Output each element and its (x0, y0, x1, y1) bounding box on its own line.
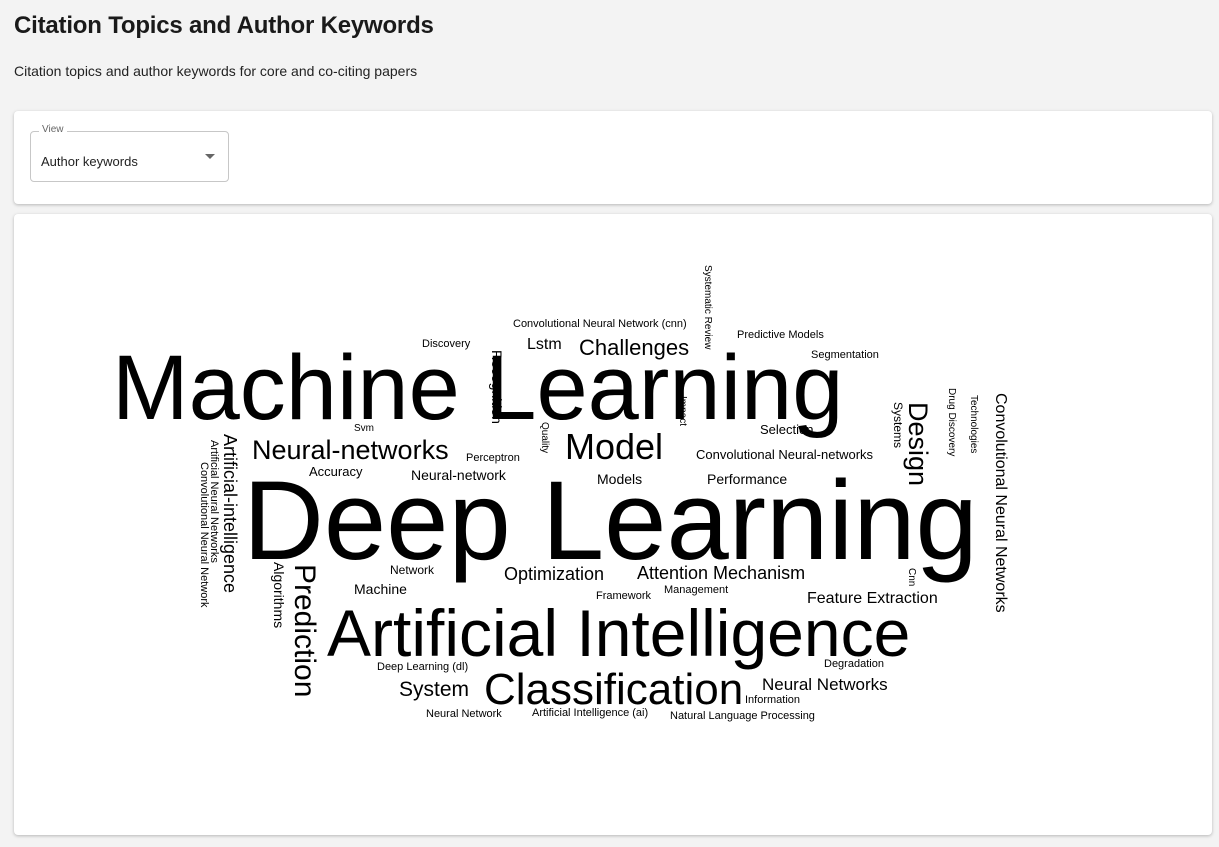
word-convolutional-neural-networks-hyphen[interactable]: Convolutional Neural-networks (696, 447, 874, 462)
word-system[interactable]: System (399, 678, 469, 701)
view-select-value: Author keywords (41, 154, 138, 169)
caret-down-icon (205, 154, 215, 159)
word-quality[interactable]: Quality (539, 422, 550, 453)
word-challenges[interactable]: Challenges (579, 335, 689, 360)
word-framework[interactable]: Framework (596, 590, 652, 602)
word-design[interactable]: Design (903, 402, 933, 486)
filter-card: View Author keywords (14, 111, 1212, 204)
word-predictive-models[interactable]: Predictive Models (737, 329, 824, 341)
word-machine-learning[interactable]: Machine Learning (112, 337, 843, 439)
word-segmentation[interactable]: Segmentation (811, 349, 879, 361)
word-prediction[interactable]: Prediction (288, 564, 321, 697)
page-subtitle: Citation topics and author keywords for … (14, 63, 418, 79)
word-systems[interactable]: Systems (891, 402, 905, 448)
word-deep-learning-dl[interactable]: Deep Learning (dl) (377, 661, 468, 673)
word-artificial-intelligence[interactable]: Artificial Intelligence (327, 596, 910, 670)
word-neural-network[interactable]: Neural Network (426, 708, 502, 720)
word-selection[interactable]: Selection (760, 422, 813, 437)
word-cnn[interactable]: Cnn (906, 568, 917, 586)
word-algorithms[interactable]: Algorithms (271, 562, 287, 628)
word-degradation[interactable]: Degradation (824, 658, 884, 670)
word-models[interactable]: Models (597, 471, 642, 487)
word-impact[interactable]: Impact (677, 396, 688, 426)
word-neural-networks[interactable]: Neural Networks (762, 675, 888, 694)
word-model[interactable]: Model (565, 426, 663, 467)
word-perceptron[interactable]: Perceptron (466, 452, 520, 464)
word-systematic-review[interactable]: Systematic Review (702, 265, 713, 350)
word-technologies[interactable]: Technologies (968, 395, 979, 453)
word-information[interactable]: Information (745, 694, 800, 706)
word-convolutional-neural-networks[interactable]: Convolutional Neural Networks (992, 393, 1009, 613)
word-artificial-intelligence-ai[interactable]: Artificial Intelligence (ai) (532, 707, 648, 719)
word-feature-extraction[interactable]: Feature Extraction (807, 590, 938, 607)
page-title: Citation Topics and Author Keywords (14, 12, 434, 39)
word-neural-networks-hyphen[interactable]: Neural-networks (252, 435, 449, 465)
word-optimization[interactable]: Optimization (504, 564, 604, 584)
word-artificial-intelligence-hyphen[interactable]: Artificial-intelligence (220, 434, 240, 593)
word-recognition[interactable]: Recognition (489, 350, 505, 424)
view-select-label: View (39, 124, 67, 135)
word-convolutional-neural-network-cnn[interactable]: Convolutional Neural Network (cnn) (513, 318, 687, 330)
word-management[interactable]: Management (664, 584, 728, 596)
word-lstm[interactable]: Lstm (527, 336, 562, 353)
word-machine[interactable]: Machine (354, 581, 407, 597)
word-convolutional-neural-network[interactable]: Convolutional Neural Network (198, 462, 210, 608)
word-discovery[interactable]: Discovery (422, 338, 471, 350)
view-select[interactable]: View Author keywords (30, 124, 229, 182)
word-svm[interactable]: Svm (354, 423, 374, 434)
word-neural-network-hyphen[interactable]: Neural-network (411, 467, 507, 483)
word-attention-mechanism[interactable]: Attention Mechanism (637, 563, 805, 583)
word-drug-discovery[interactable]: Drug Discovery (946, 388, 957, 456)
word-performance[interactable]: Performance (707, 471, 787, 487)
wordcloud-card: Machine Learning Deep Learning Artificia… (14, 214, 1212, 835)
wordcloud: Machine Learning Deep Learning Artificia… (112, 265, 1009, 722)
word-network[interactable]: Network (390, 563, 435, 577)
word-natural-language-processing[interactable]: Natural Language Processing (670, 710, 815, 722)
word-accuracy[interactable]: Accuracy (309, 464, 363, 479)
